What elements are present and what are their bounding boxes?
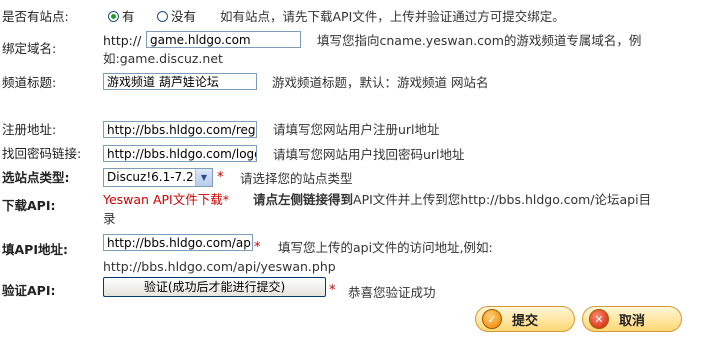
api-address-required-star: * [254,240,261,255]
has-site-no-label: 没有 [171,9,197,24]
submit-button-label: 提交 [512,313,539,329]
api-address-help: 填写您上传的api文件的访问地址,例如: [278,240,493,255]
has-site-yes-radio[interactable] [108,11,119,22]
site-type-label: 选站点类型: [2,170,70,185]
download-api-help-rest: API文件并上传到您http://bbs.hldgo.com/论坛api目 [353,192,652,207]
download-api-link[interactable]: Yeswan API文件下载* [103,192,229,208]
download-api-link-text[interactable]: Yeswan API文件下载 [103,192,223,207]
register-url-help: 请填写您网站用户注册url地址 [273,122,440,137]
domain-help-line2: 如:game.discuz.net [103,51,223,66]
domain-prefix: http:// [103,33,142,48]
download-api-help-bold: 请点左侧链接得到 [253,192,354,207]
download-api-help-line1: 请点左侧链接得到API文件并上传到您http://bbs.hldgo.com/论… [253,192,651,208]
site-type-select[interactable]: Discuz!6.1-7.2 ▼ [103,168,213,187]
download-api-help-line2: 录 [103,211,116,226]
recover-url-help: 请填写您网站用户找回密码url地址 [273,147,465,162]
has-site-yes-label: 有 [122,9,135,24]
recover-url-label: 找回密码链接: [2,146,82,161]
has-site-help: 如有站点，请先下载API文件，上传并验证通过方可提交绑定。 [220,9,565,24]
chevron-down-icon[interactable]: ▼ [195,169,212,186]
recover-url-input[interactable]: http://bbs.hldgo.com/loggi [103,145,257,162]
cancel-button[interactable]: ✕ 取消 [582,306,682,332]
site-type-required-star: * [217,170,224,185]
api-address-label: 填API地址: [2,242,68,257]
domain-input[interactable]: game.hldgo.com [146,31,301,48]
domain-label: 绑定域名: [2,41,57,56]
has-site-label: 是否有站点: [2,9,69,24]
checkmark-icon: ✓ [482,309,502,329]
cancel-button-label: 取消 [619,313,646,329]
verify-api-button[interactable]: 验证(成功后才能进行提交) [103,277,326,297]
verify-api-status: 恭喜您验证成功 [348,285,436,300]
close-icon: ✕ [589,309,609,329]
channel-title-help: 游戏频道标题，默认：游戏频道 网站名 [272,75,489,90]
domain-help-line1: 填写您指向cname.yeswan.com的游戏频道专属域名，例 [317,33,642,48]
channel-title-input[interactable]: 游戏频道 葫芦娃论坛 [103,73,257,90]
verify-api-required-star: * [329,283,336,298]
download-api-required-star: * [222,192,229,207]
register-url-input[interactable]: http://bbs.hldgo.com/regis [103,121,257,138]
register-url-label: 注册地址: [2,122,57,137]
api-address-example: http://bbs.hldgo.com/api/yeswan.php [103,259,336,274]
submit-button[interactable]: ✓ 提交 [475,306,575,332]
site-type-help: 请选择您的站点类型 [240,171,353,186]
channel-title-label: 频道标题: [2,75,57,90]
download-api-label: 下载API: [2,198,56,213]
has-site-no-radio[interactable] [157,11,168,22]
api-address-input[interactable]: http://bbs.hldgo.com/api/y [103,234,253,251]
site-type-selected: Discuz!6.1-7.2 [107,170,194,184]
verify-api-label: 验证API: [2,283,56,298]
